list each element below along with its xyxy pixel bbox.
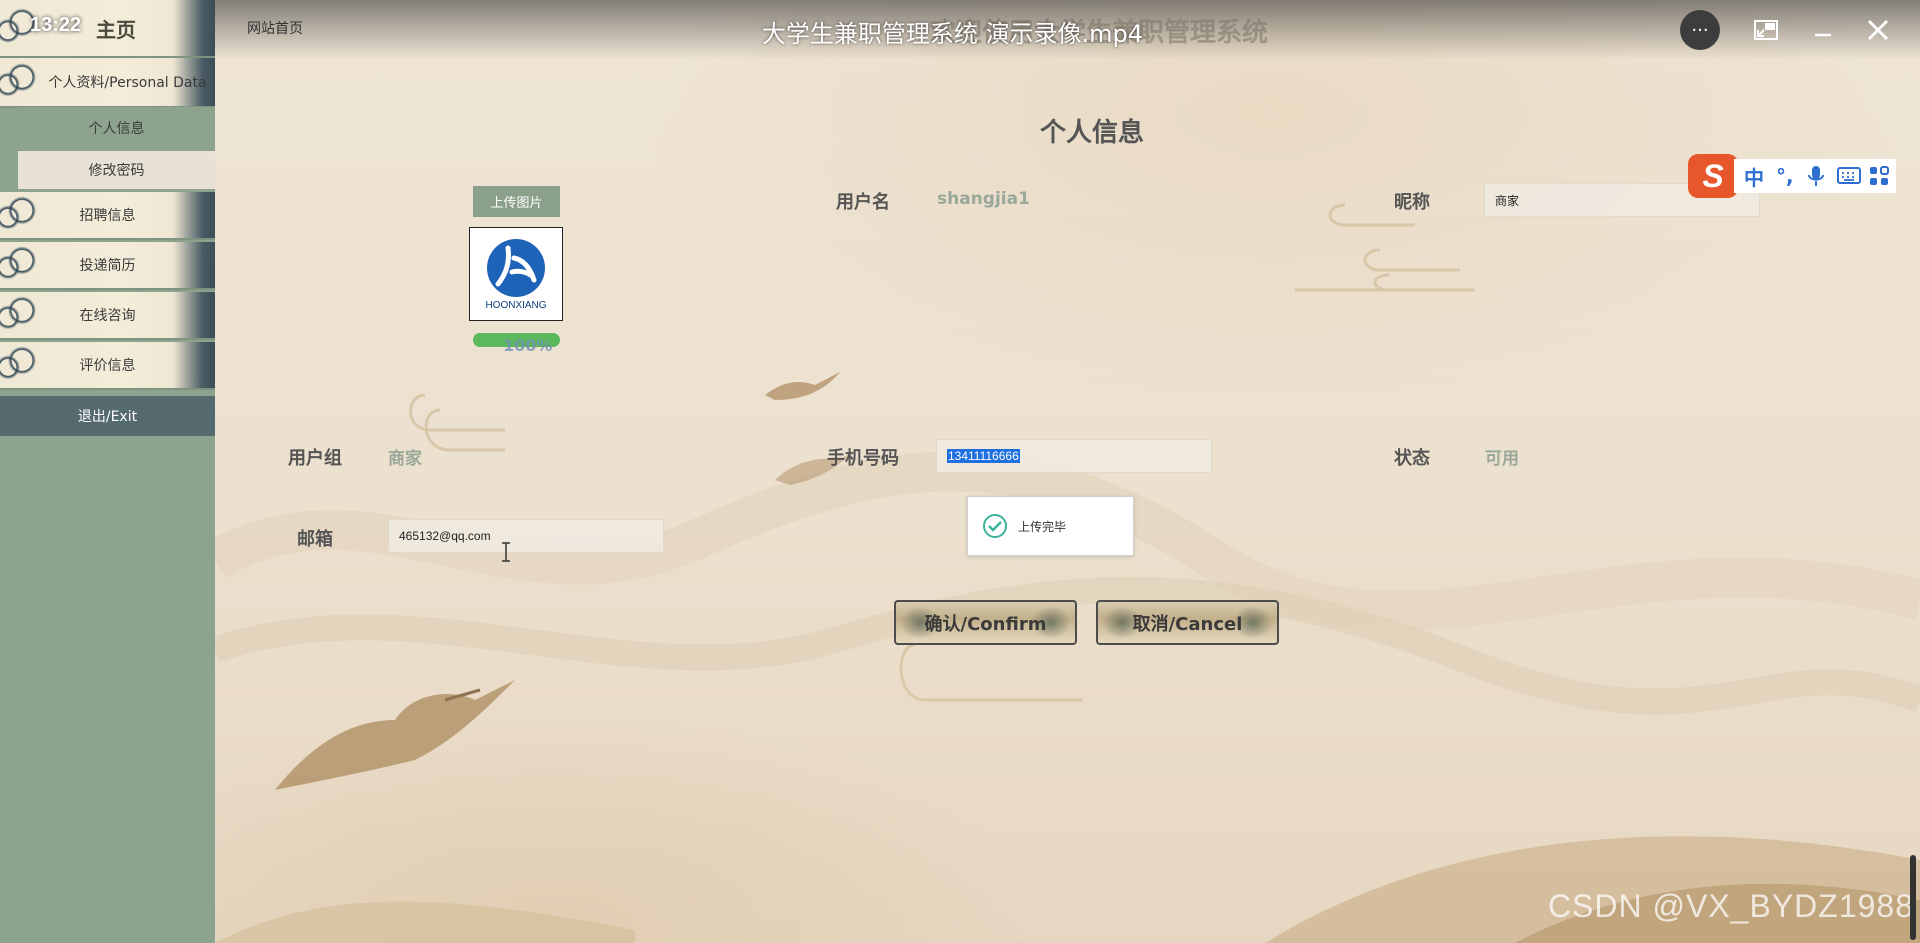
upload-image-button[interactable]: 上传图片: [473, 186, 560, 217]
status-label: 状态: [1394, 448, 1430, 469]
sidebar-item-label: 个人信息: [88, 121, 145, 137]
sidebar-subitem-change-password[interactable]: 修改密码: [18, 151, 215, 189]
cancel-button[interactable]: 取消/Cancel: [1096, 600, 1279, 645]
phone-value: 13411116666: [947, 449, 1020, 463]
exit-label: 退出/Exit: [77, 409, 138, 425]
sogou-logo-icon[interactable]: S: [1688, 154, 1738, 198]
ime-toolbar: S 中 °,: [1688, 150, 1920, 202]
email-label: 邮箱: [297, 529, 333, 550]
email-field[interactable]: 465132@qq.com: [388, 519, 664, 553]
sidebar-item-label: 评价信息: [79, 358, 136, 374]
wave-decoration: [173, 342, 215, 388]
email-value: 465132@qq.com: [399, 529, 491, 543]
username-value: shangjia1: [937, 189, 1030, 209]
watermark: CSDN @VX_BYDZ1988: [1547, 888, 1914, 924]
sidebar-item-jobs[interactable]: 招聘信息: [0, 192, 215, 240]
wave-decoration: [173, 192, 215, 238]
ime-punctuation-toggle[interactable]: °,: [1776, 164, 1794, 188]
sidebar: 个人资料/Personal Data 个人信息 修改密码 招聘信息 投递简历 在…: [0, 0, 215, 943]
toast-message: 上传完毕: [1018, 519, 1067, 534]
confirm-button[interactable]: 确认/Confirm: [894, 600, 1077, 645]
nickname-value: 商家: [1495, 193, 1520, 208]
more-options-button[interactable]: ···: [1680, 10, 1720, 50]
sidebar-item-label: 在线咨询: [79, 308, 136, 324]
keyboard-icon[interactable]: [1836, 166, 1861, 186]
video-title: 大学生兼职管理系统 演示录像.mp4: [761, 20, 1144, 48]
username-label: 用户名: [836, 192, 890, 213]
sidebar-item-label: 修改密码: [88, 163, 145, 179]
sidebar-item-label: 个人资料/Personal Data: [48, 75, 207, 91]
check-circle-icon: [983, 514, 1007, 538]
close-button[interactable]: [1858, 10, 1898, 50]
avatar-brand-text: HOONXIANG: [485, 299, 547, 311]
wave-decoration: [173, 292, 215, 338]
sidebar-item-resume[interactable]: 投递简历: [0, 242, 215, 290]
clock: 13:22: [30, 14, 82, 36]
company-logo-icon: [487, 238, 545, 297]
sidebar-item-label: 投递简历: [79, 258, 136, 274]
pip-icon: [1754, 20, 1778, 40]
sidebar-item-reviews[interactable]: 评价信息: [0, 342, 215, 390]
close-icon: [1868, 20, 1888, 40]
upload-complete-toast: 上传完毕: [967, 496, 1134, 556]
wave-decoration: [0, 292, 42, 338]
user-group-value: 商家: [388, 449, 422, 469]
sidebar-item-consult[interactable]: 在线咨询: [0, 292, 215, 340]
ime-chinese-toggle[interactable]: 中: [1744, 162, 1764, 191]
confirm-label: 确认/Confirm: [924, 613, 1047, 635]
phone-label: 手机号码: [827, 448, 899, 469]
cancel-label: 取消/Cancel: [1132, 613, 1243, 635]
sidebar-item-label: 招聘信息: [79, 208, 136, 224]
wave-decoration: [0, 342, 42, 388]
upload-progress-label: 100%: [503, 336, 553, 355]
toolbox-icon[interactable]: [1868, 165, 1890, 187]
avatar: HOONXIANG: [469, 227, 563, 321]
scrollbar[interactable]: [1910, 855, 1916, 940]
nickname-label: 昵称: [1394, 192, 1430, 213]
wave-decoration: [0, 58, 42, 106]
minimize-icon: [1815, 33, 1831, 37]
wave-decoration: [173, 242, 215, 288]
page-title: 个人信息: [1040, 118, 1145, 148]
exit-button[interactable]: 退出/Exit: [0, 396, 215, 436]
wave-decoration: [0, 192, 42, 238]
microphone-icon[interactable]: [1805, 164, 1827, 188]
minimize-button[interactable]: [1803, 10, 1843, 50]
ime-items: 中 °,: [1734, 159, 1896, 193]
text-cursor-icon: [502, 542, 510, 562]
more-icon: ···: [1691, 19, 1709, 41]
wave-decoration: [0, 242, 42, 288]
phone-field[interactable]: 13411116666: [936, 439, 1212, 473]
picture-in-picture-button[interactable]: [1746, 10, 1786, 50]
status-value: 可用: [1485, 449, 1519, 469]
user-group-label: 用户组: [288, 448, 342, 469]
sidebar-subitem-profile[interactable]: 个人信息: [18, 107, 215, 149]
sidebar-home-label: 主页: [96, 18, 136, 42]
sidebar-item-personal-data[interactable]: 个人资料/Personal Data: [0, 58, 215, 108]
